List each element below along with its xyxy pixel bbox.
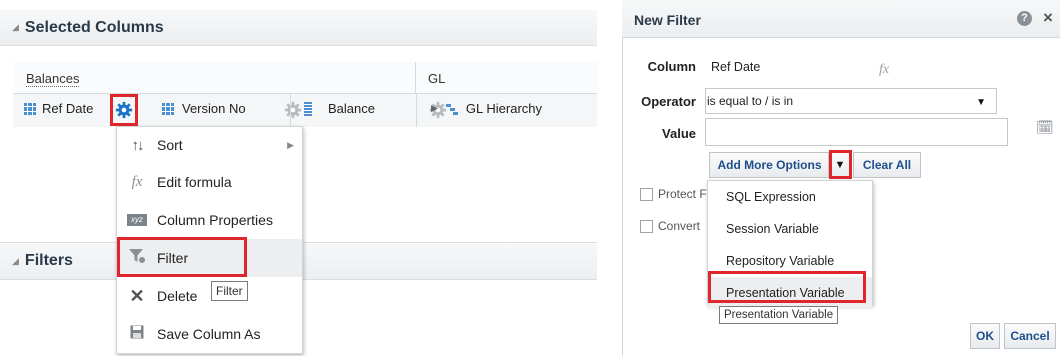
convert-checkbox-row[interactable]: Convert bbox=[640, 219, 700, 233]
fx-icon[interactable]: fx bbox=[879, 62, 889, 78]
sort-icon: ↑↓ bbox=[131, 136, 145, 154]
expand-triangle-icon[interactable]: ▶ bbox=[431, 103, 438, 114]
menu-label-sort: Sort bbox=[157, 137, 183, 153]
option-sql-expression[interactable]: SQL Expression bbox=[708, 181, 872, 213]
menu-item-save-column-as[interactable]: Save Column As bbox=[117, 315, 302, 353]
menu-label-save-column-as: Save Column As bbox=[157, 326, 261, 342]
collapse-triangle-icon[interactable]: ◢ bbox=[12, 22, 19, 33]
convert-label: Convert bbox=[658, 219, 701, 233]
dialog-title: New Filter bbox=[634, 12, 701, 28]
column-version-no[interactable]: Version No bbox=[162, 101, 246, 116]
dropdown-highlight-box bbox=[829, 150, 852, 179]
help-icon[interactable]: ? bbox=[1017, 11, 1032, 26]
column-divider bbox=[290, 94, 291, 127]
filters-title: Filters bbox=[24, 252, 73, 269]
menu-label-delete: Delete bbox=[157, 288, 198, 304]
gear-highlight-box bbox=[110, 94, 138, 126]
group-header-gl: GL bbox=[416, 62, 597, 94]
fx-icon: fx bbox=[131, 173, 143, 190]
group-label-gl: GL bbox=[428, 71, 446, 86]
filter-highlight-box bbox=[117, 237, 247, 277]
filter-tooltip: Filter bbox=[211, 281, 248, 301]
close-icon[interactable]: × bbox=[1043, 8, 1053, 28]
measure-column-icon bbox=[304, 101, 312, 116]
column-label-ref-date: Ref Date bbox=[42, 101, 94, 116]
gear-icon-version-no[interactable] bbox=[284, 101, 302, 119]
clear-all-button[interactable]: Clear All bbox=[853, 152, 921, 178]
calendar-icon[interactable]: 🗓 bbox=[1036, 119, 1054, 136]
column-label-gl-hierarchy: GL Hierarchy bbox=[465, 101, 543, 116]
column-gl-hierarchy[interactable]: ▶ GL Hierarchy bbox=[431, 101, 542, 116]
presentation-variable-tooltip: Presentation Variable bbox=[719, 306, 839, 324]
column-grid-icon bbox=[24, 102, 36, 115]
submenu-arrow-icon: ▶ bbox=[287, 139, 294, 150]
column-grid-icon bbox=[162, 102, 174, 115]
menu-label-edit-formula: Edit formula bbox=[157, 174, 232, 190]
value-input[interactable] bbox=[705, 118, 1008, 146]
group-label-balances: Balances bbox=[26, 71, 80, 87]
protect-filter-checkbox-row[interactable]: Protect F bbox=[640, 187, 707, 201]
protect-filter-label: Protect F bbox=[658, 187, 707, 201]
column-label-balance: Balance bbox=[328, 101, 375, 116]
group-header-balances: Balances bbox=[13, 62, 416, 94]
column-label: Column bbox=[647, 59, 696, 74]
protect-filter-checkbox[interactable] bbox=[640, 187, 653, 201]
menu-item-column-properties[interactable]: xyz Column Properties bbox=[117, 201, 302, 239]
cancel-button[interactable]: Cancel bbox=[1004, 323, 1056, 349]
column-balance[interactable]: Balance bbox=[304, 101, 375, 116]
menu-label-column-properties: Column Properties bbox=[157, 212, 273, 228]
menu-item-edit-formula[interactable]: fx Edit formula bbox=[117, 163, 302, 201]
ok-button[interactable]: OK bbox=[970, 323, 1000, 349]
menu-item-sort[interactable]: ↑↓ Sort ▶ bbox=[117, 127, 302, 163]
hierarchy-icon bbox=[445, 103, 458, 115]
column-divider bbox=[416, 94, 417, 127]
dropdown-arrow-icon: ▼ bbox=[976, 97, 986, 108]
convert-checkbox[interactable] bbox=[640, 219, 653, 233]
save-icon bbox=[127, 325, 147, 343]
operator-label: Operator bbox=[641, 94, 696, 109]
operator-select-value: is equal to / is in bbox=[707, 94, 794, 108]
presentation-variable-highlight-box bbox=[708, 271, 866, 303]
option-session-variable[interactable]: Session Variable bbox=[708, 213, 872, 245]
operator-select[interactable]: is equal to / is in ▼ bbox=[705, 88, 997, 114]
collapse-triangle-icon[interactable]: ◢ bbox=[12, 256, 19, 267]
selected-columns-header[interactable]: ◢ Selected Columns bbox=[0, 10, 597, 46]
value-label: Value bbox=[662, 126, 696, 141]
selected-columns-title: Selected Columns bbox=[24, 18, 164, 36]
add-more-options-button[interactable]: Add More Options bbox=[709, 152, 829, 178]
delete-icon: ✕ bbox=[129, 285, 145, 306]
menu-item-delete[interactable]: ✕ Delete bbox=[117, 277, 302, 315]
column-value: Ref Date bbox=[711, 60, 761, 74]
column-label-version-no: Version No bbox=[182, 101, 246, 116]
column-ref-date[interactable]: Ref Date bbox=[24, 101, 93, 116]
xyz-icon: xyz bbox=[127, 214, 147, 226]
